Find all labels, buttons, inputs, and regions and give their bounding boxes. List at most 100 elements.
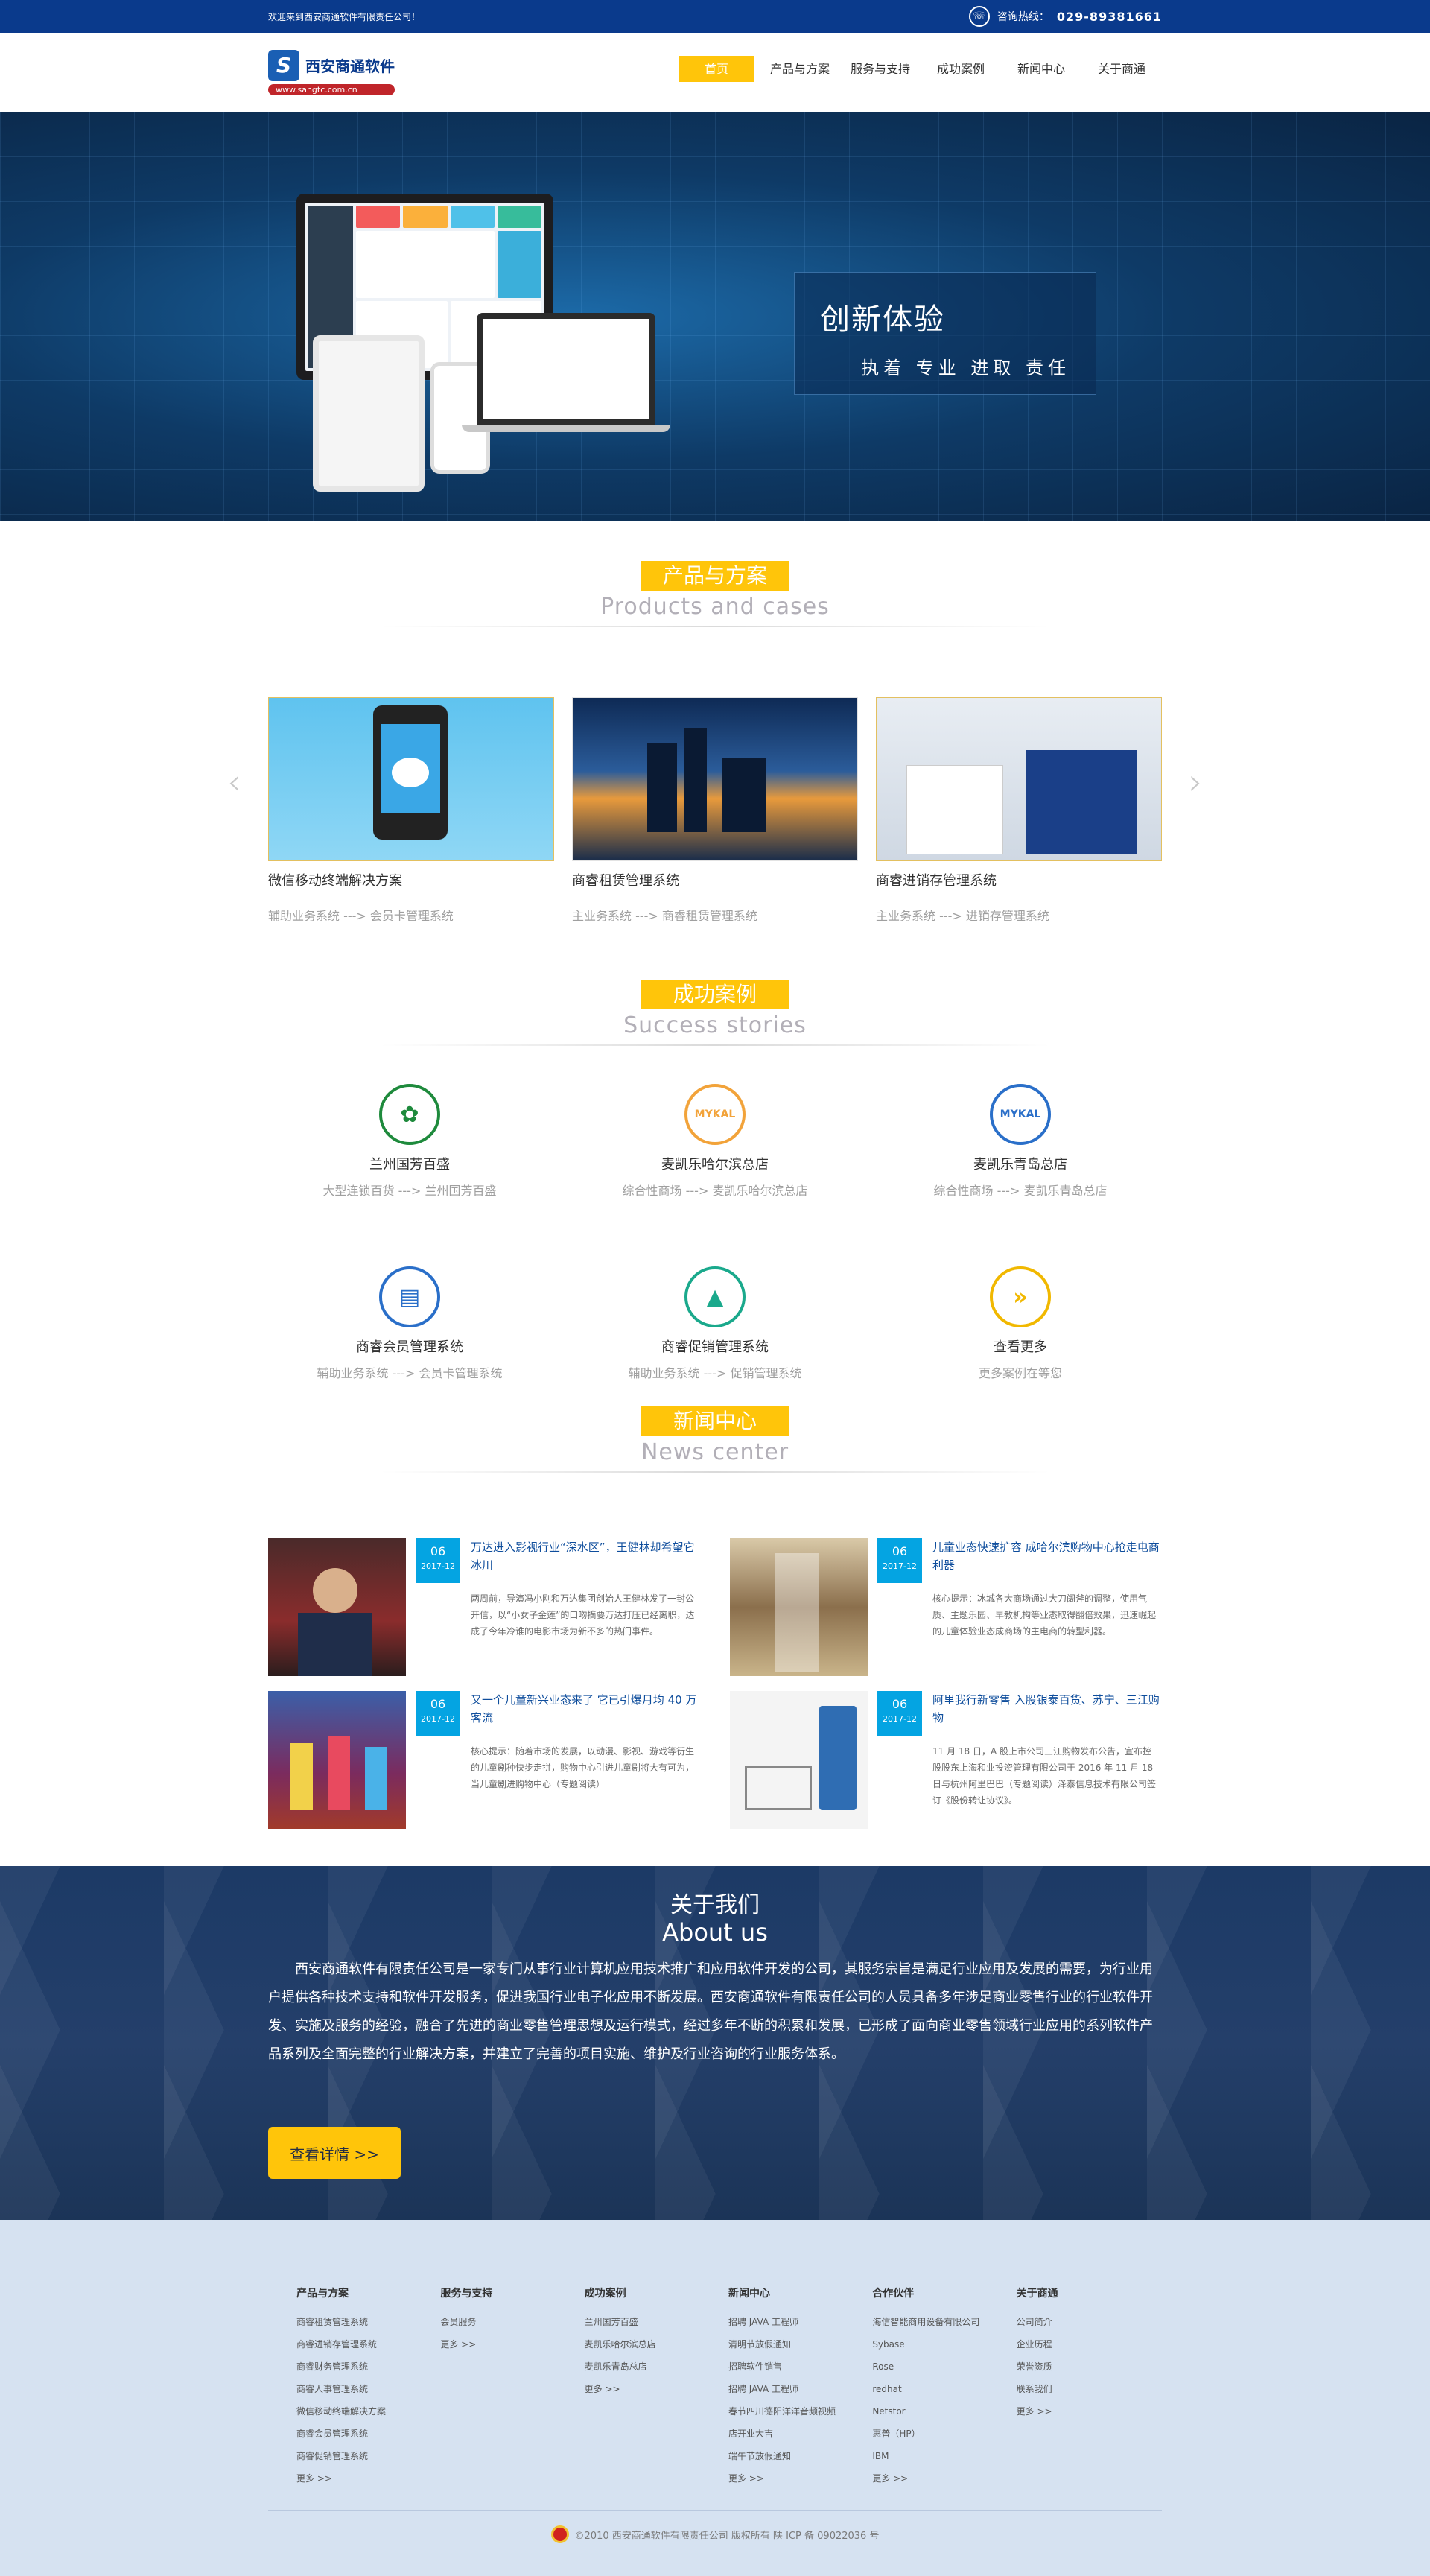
footer-col-title: 合作伙伴 xyxy=(872,2288,915,2300)
copyright: ©2010 西安商通软件有限责任公司 版权所有 陕 ICP 备 09022036… xyxy=(0,2525,1430,2543)
next-arrow-icon[interactable]: › xyxy=(1189,761,1203,803)
footer-link[interactable]: 企业历程 xyxy=(1017,2333,1160,2355)
product-image-bags xyxy=(876,697,1162,861)
footer-col-title: 服务与支持 xyxy=(440,2288,493,2300)
footer-link[interactable]: 联系我们 xyxy=(1017,2378,1160,2400)
title-divider xyxy=(380,1044,1050,1046)
footer-link[interactable]: 兰州国芳百盛 xyxy=(585,2311,728,2333)
case-sub: 大型连锁百货 ---> 兰州国芳百盛 xyxy=(322,1184,497,1198)
footer-link[interactable]: 店开业大吉 xyxy=(728,2423,872,2445)
footer-link[interactable]: 麦凯乐哈尔滨总店 xyxy=(585,2333,728,2355)
prev-arrow-icon[interactable]: ‹ xyxy=(227,761,241,803)
footer-col: 关于商通 公司简介 企业历程 荣誉资质 联系我们 更多 >> xyxy=(1017,2285,1160,2490)
case-item[interactable]: ▤ 商睿会员管理系统 辅助业务系统 ---> 会员卡管理系统 xyxy=(298,1266,521,1381)
footer-link[interactable]: Sybase xyxy=(872,2333,1016,2355)
news-date: 06 2017-12 xyxy=(416,1538,460,1583)
footer-link[interactable]: Netstor xyxy=(872,2400,1016,2423)
more-arrow-icon: » xyxy=(990,1266,1051,1327)
case-item[interactable]: MYKAL 麦凯乐青岛总店 综合性商场 ---> 麦凯乐青岛总店 xyxy=(909,1084,1132,1199)
news-day: 06 xyxy=(892,1697,908,1711)
footer-link[interactable]: 商睿促销管理系统 xyxy=(296,2445,440,2467)
footer-link[interactable]: 春节四川德阳洋洋音频视频 xyxy=(728,2400,872,2423)
footer-link[interactable]: redhat xyxy=(872,2378,1016,2400)
product-sub: 主业务系统 ---> 进销存管理系统 xyxy=(876,909,1049,923)
logo[interactable]: S 西安商通软件 www.sangtc.com.cn xyxy=(268,49,395,95)
footer-link[interactable]: 惠普（HP） xyxy=(872,2423,1016,2445)
welcome-text: 欢迎来到西安商通软件有限责任公司！ xyxy=(268,11,421,22)
slogan-subtitle: 执着 专业 进取 责任 xyxy=(861,358,1070,378)
nav-cases[interactable]: 成功案例 xyxy=(921,56,1001,82)
phone-icon: ☏ xyxy=(968,6,990,27)
footer-link[interactable]: 更多 >> xyxy=(1017,2400,1160,2423)
footer-link[interactable]: 招聘 JAVA 工程师 xyxy=(728,2378,872,2400)
footer-link[interactable]: 荣誉资质 xyxy=(1017,2355,1160,2378)
footer-link[interactable]: 商睿租赁管理系统 xyxy=(296,2311,440,2333)
news-title[interactable]: 儿童业态快速扩容 成哈尔滨购物中心抢走电商利器 xyxy=(932,1538,1160,1574)
footer-link[interactable]: 麦凯乐青岛总店 xyxy=(585,2355,728,2378)
news-image xyxy=(730,1691,868,1829)
about-title-cn: 关于我们 xyxy=(670,1892,760,1918)
footer-link[interactable]: 清明节放假通知 xyxy=(728,2333,872,2355)
footer-link[interactable]: 会员服务 xyxy=(440,2311,584,2333)
news-title[interactable]: 又一个儿童新兴业态来了 它已引爆月均 40 万客流 xyxy=(471,1691,698,1727)
hero-banner: 创新体验 执着 专业 进取 责任 xyxy=(0,112,1430,521)
hotline-number: 029-89381661 xyxy=(1056,9,1162,24)
news-day: 06 xyxy=(892,1544,908,1558)
footer-link[interactable]: Rose xyxy=(872,2355,1016,2378)
nav-about[interactable]: 关于商通 xyxy=(1081,56,1162,82)
footer-link[interactable]: 更多 >> xyxy=(440,2333,584,2355)
news-item[interactable]: 06 2017-12 又一个儿童新兴业态来了 它已引爆月均 40 万客流 核心提示… xyxy=(268,1691,700,1829)
news-title[interactable]: 万达进入影视行业“深水区”，王健林却希望它冰川 xyxy=(471,1538,698,1574)
case-sub: 辅助业务系统 ---> 会员卡管理系统 xyxy=(317,1366,503,1380)
news-day: 06 xyxy=(430,1544,446,1558)
product-image-city xyxy=(572,697,858,861)
news-item[interactable]: 06 2017-12 阿里我行新零售 入股银泰百货、苏宁、三江购物 11 月 18… xyxy=(730,1691,1162,1829)
news-date: 06 2017-12 xyxy=(416,1691,460,1736)
footer-link[interactable]: 更多 >> xyxy=(296,2467,440,2490)
footer-link[interactable]: 微信移动终端解决方案 xyxy=(296,2400,440,2423)
footer-link[interactable]: 端午节放假通知 xyxy=(728,2445,872,2467)
product-sub: 主业务系统 ---> 商睿租赁管理系统 xyxy=(572,909,757,923)
news-title[interactable]: 阿里我行新零售 入股银泰百货、苏宁、三江购物 xyxy=(932,1691,1160,1727)
news-section: 新闻中心 News center 06 2017-12 万达进入影视行业“深水区”… xyxy=(0,1406,1430,1829)
about-section: 关于我们 About us 西安商通软件有限责任公司是一家专门从事行业计算机应用… xyxy=(0,1866,1430,2220)
case-name: 兰州国芳百盛 xyxy=(369,1157,450,1173)
footer-link[interactable]: 更多 >> xyxy=(585,2378,728,2400)
footer-link[interactable]: 商睿人事管理系统 xyxy=(296,2378,440,2400)
footer-link[interactable]: 更多 >> xyxy=(728,2467,872,2490)
footer-link[interactable]: 商睿财务管理系统 xyxy=(296,2355,440,2378)
news-date: 06 2017-12 xyxy=(877,1538,922,1583)
footer: 产品与方案 商睿租赁管理系统 商睿进销存管理系统 商睿财务管理系统 商睿人事管理… xyxy=(0,2220,1430,2576)
case-item[interactable]: ✿ 兰州国芳百盛 大型连锁百货 ---> 兰州国芳百盛 xyxy=(298,1084,521,1199)
news-item[interactable]: 06 2017-12 万达进入影视行业“深水区”，王健林却希望它冰川 两周前，导演… xyxy=(268,1538,700,1676)
logo-mark-icon: S xyxy=(268,49,299,81)
footer-link[interactable]: 公司简介 xyxy=(1017,2311,1160,2333)
products-title-cn: 产品与方案 xyxy=(641,561,789,591)
product-card[interactable]: 商睿租赁管理系统 主业务系统 ---> 商睿租赁管理系统 xyxy=(572,697,858,924)
nav-services[interactable]: 服务与支持 xyxy=(840,56,921,82)
top-bar: 欢迎来到西安商通软件有限责任公司！ ☏ 咨询热线： 029-89381661 xyxy=(0,0,1430,33)
footer-link[interactable]: 海信智能商用设备有限公司 xyxy=(872,2311,1016,2333)
footer-link[interactable]: 商睿会员管理系统 xyxy=(296,2423,440,2445)
product-card[interactable]: 微信移动终端解决方案 辅助业务系统 ---> 会员卡管理系统 xyxy=(268,697,554,924)
news-item[interactable]: 06 2017-12 儿童业态快速扩容 成哈尔滨购物中心抢走电商利器 核心提示：冰… xyxy=(730,1538,1162,1676)
logo-url: www.sangtc.com.cn xyxy=(268,83,395,95)
footer-link[interactable]: 招聘 JAVA 工程师 xyxy=(728,2311,872,2333)
product-card[interactable]: 商睿进销存管理系统 主业务系统 ---> 进销存管理系统 xyxy=(876,697,1162,924)
nav-products[interactable]: 产品与方案 xyxy=(760,56,840,82)
footer-link[interactable]: 更多 >> xyxy=(872,2467,1016,2490)
footer-link[interactable]: 商睿进销存管理系统 xyxy=(296,2333,440,2355)
product-name: 微信移动终端解决方案 xyxy=(268,873,402,889)
view-details-button[interactable]: 查看详情 >> xyxy=(268,2127,401,2179)
laptop-image xyxy=(477,313,655,425)
case-item[interactable]: ▲ 商睿促销管理系统 辅助业务系统 ---> 促销管理系统 xyxy=(603,1266,827,1381)
nav-home[interactable]: 首页 xyxy=(679,55,754,82)
view-more-cases[interactable]: » 查看更多 更多案例在等您 xyxy=(909,1266,1132,1381)
nav-news[interactable]: 新闻中心 xyxy=(1001,56,1081,82)
header: S 西安商通软件 www.sangtc.com.cn 首页 产品与方案 服务与支… xyxy=(0,33,1430,112)
case-item[interactable]: MYKAL 麦凯乐哈尔滨总店 综合性商场 ---> 麦凯乐哈尔滨总店 xyxy=(603,1084,827,1199)
banner-grid-bg xyxy=(0,112,1430,521)
footer-columns: 产品与方案 商睿租赁管理系统 商睿进销存管理系统 商睿财务管理系统 商睿人事管理… xyxy=(296,2285,1160,2490)
footer-link[interactable]: IBM xyxy=(872,2445,1016,2467)
footer-link[interactable]: 招聘软件销售 xyxy=(728,2355,872,2378)
